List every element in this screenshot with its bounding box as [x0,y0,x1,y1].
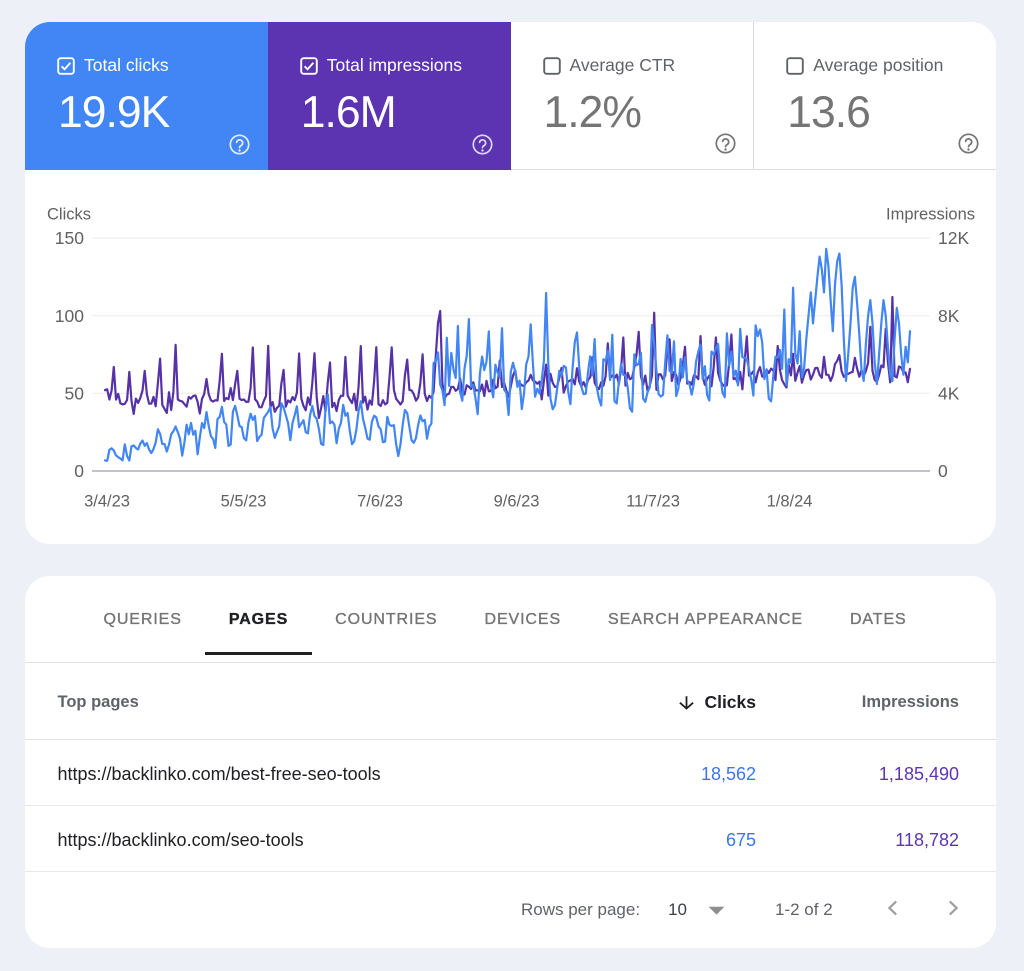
svg-text:4K: 4K [938,384,960,404]
svg-text:7/6/23: 7/6/23 [357,493,403,511]
svg-text:0: 0 [938,461,948,481]
svg-text:11/7/23: 11/7/23 [626,493,680,511]
svg-text:100: 100 [55,306,84,326]
svg-text:1/8/24: 1/8/24 [767,493,813,511]
svg-text:9/6/23: 9/6/23 [494,493,540,511]
svg-text:Impressions: Impressions [886,206,975,224]
svg-text:150: 150 [55,228,84,248]
svg-text:50: 50 [65,384,85,404]
svg-text:3/4/23: 3/4/23 [84,493,130,511]
svg-text:0: 0 [74,461,84,481]
svg-text:5/5/23: 5/5/23 [221,493,267,511]
svg-text:Clicks: Clicks [47,206,91,224]
svg-text:12K: 12K [938,228,969,248]
svg-text:8K: 8K [938,306,960,326]
